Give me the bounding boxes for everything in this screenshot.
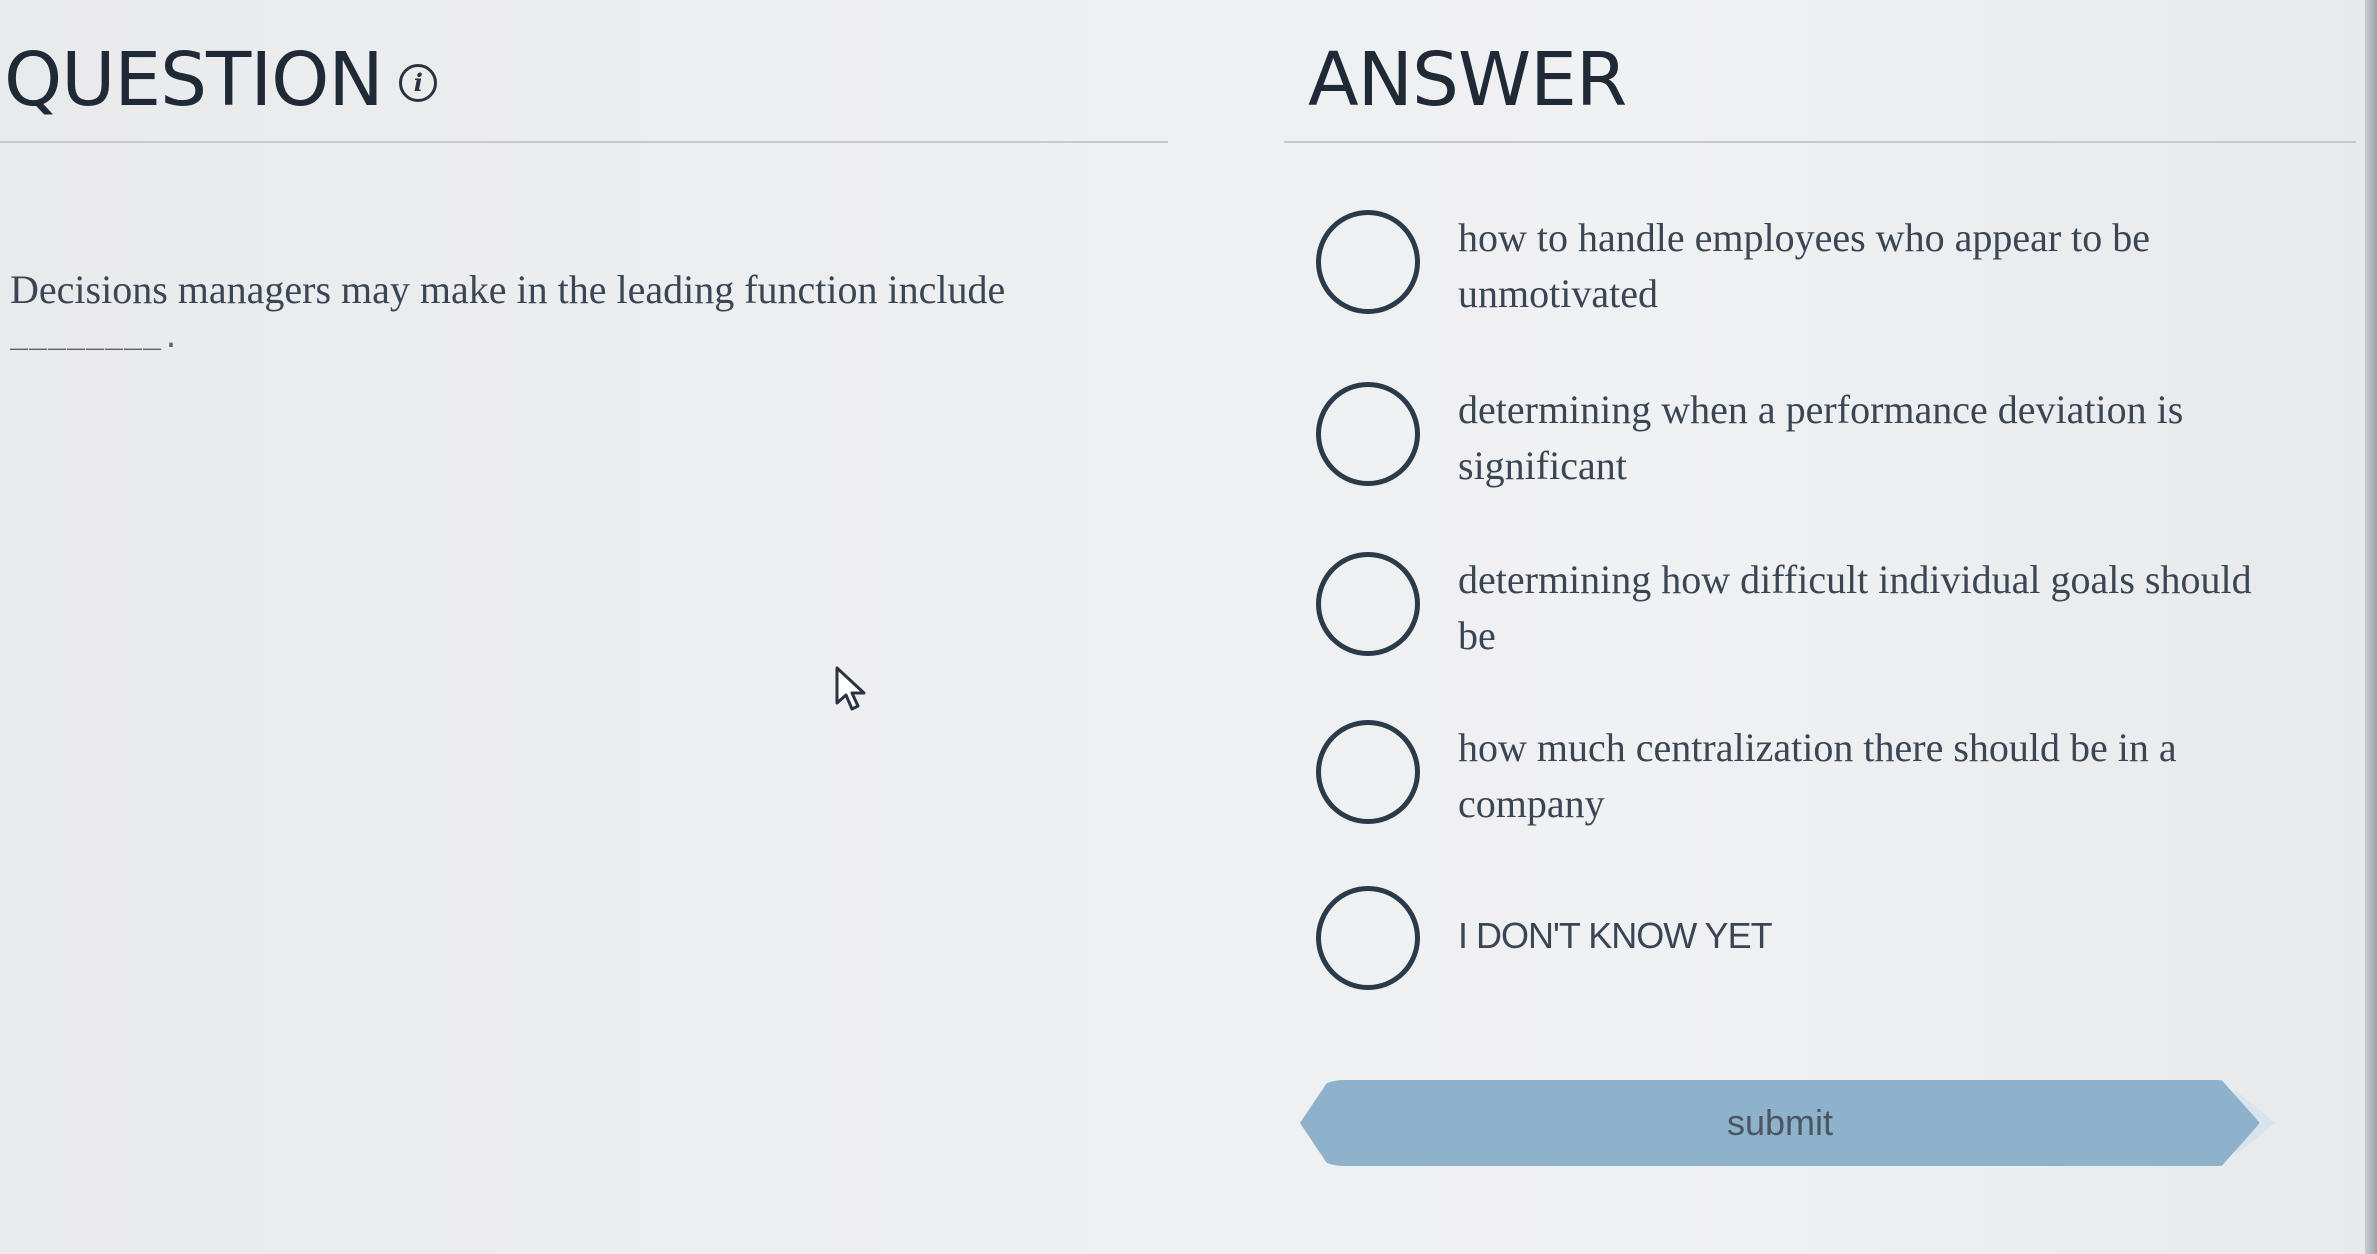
question-divider	[0, 141, 1168, 143]
answer-option-label: determining how difficult individual goa…	[1458, 557, 2252, 658]
mouse-pointer-icon	[835, 666, 866, 711]
submit-area: submit	[1300, 1080, 2285, 1166]
question-heading: QUESTION i	[4, 38, 437, 122]
radio-button-option-1[interactable]	[1316, 210, 1420, 314]
answer-option-4[interactable]: how much centralization there should be …	[1316, 720, 2316, 832]
answer-option-2[interactable]: determining when a performance deviation…	[1316, 382, 2316, 494]
radio-button-option-5[interactable]	[1316, 886, 1420, 990]
radio-button-option-4[interactable]	[1316, 720, 1420, 824]
answer-option-1[interactable]: how to handle employees who appear to be…	[1316, 210, 2316, 322]
question-blank: ________.	[10, 323, 182, 357]
radio-button-option-2[interactable]	[1316, 382, 1420, 486]
answer-heading: ANSWER	[1308, 37, 1627, 123]
answer-option-3[interactable]: determining how difficult individual goa…	[1316, 552, 2316, 664]
answer-divider	[1284, 141, 2356, 143]
radio-button-option-3[interactable]	[1316, 552, 1420, 656]
question-heading-text: QUESTION	[4, 37, 384, 123]
screen-edge	[2365, 0, 2377, 1254]
answer-option-label: how to handle employees who appear to be…	[1458, 215, 2151, 316]
question-prompt: Decisions managers may make in the leadi…	[10, 267, 1006, 312]
answer-option-5[interactable]: I DON'T KNOW YET	[1316, 886, 2316, 990]
answer-option-label: I DON'T KNOW YET	[1458, 915, 1773, 956]
submit-button[interactable]: submit	[1300, 1080, 2260, 1166]
answer-option-label: how much centralization there should be …	[1458, 725, 2177, 826]
answer-option-label: determining when a performance deviation…	[1458, 387, 2184, 488]
question-text: Decisions managers may make in the leadi…	[10, 260, 1140, 360]
info-icon[interactable]: i	[398, 64, 437, 102]
